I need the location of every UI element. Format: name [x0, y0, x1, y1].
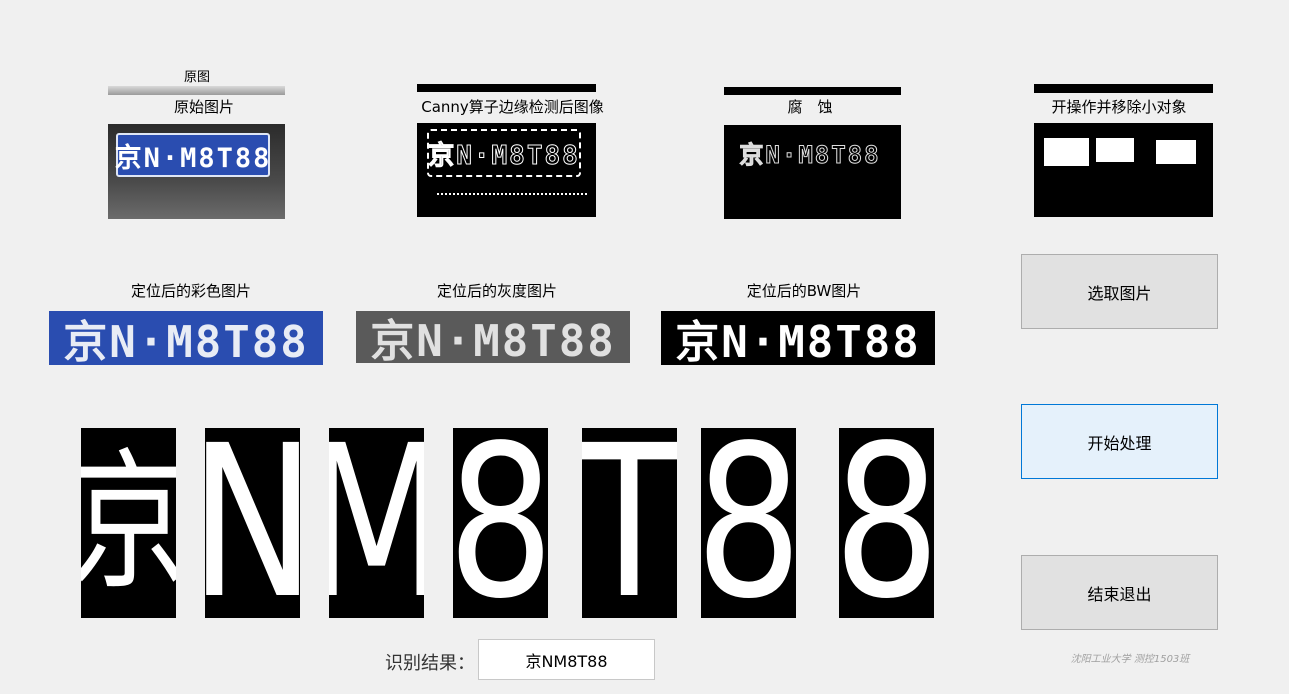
canny-image: 京N·M8T88	[417, 123, 596, 217]
bw-plate-image: 京N·M8T88	[661, 311, 935, 365]
erode-strip-image	[724, 87, 901, 95]
segmented-char-3: M	[329, 428, 424, 618]
original-plate-text: 京N·M8T88	[114, 142, 272, 174]
erode-image-title: 腐 蚀	[787, 98, 833, 116]
original-image: 京N·M8T88	[108, 124, 285, 219]
gray-plate-title: 定位后的灰度图片	[436, 282, 557, 300]
erode-image: 京N·M8T88	[724, 125, 901, 219]
color-plate-title: 定位后的彩色图片	[130, 282, 251, 300]
original-image-title: 原始图片	[173, 98, 234, 116]
canny-plate-text: 京N·M8T88	[428, 140, 580, 171]
color-plate-image: 京N·M8T88	[49, 311, 323, 365]
segmented-char-2-glyph: N	[205, 428, 300, 618]
original-top-label: 原图	[183, 70, 210, 85]
original-strip-image	[108, 86, 285, 95]
open-blob-3	[1156, 140, 1196, 164]
result-label: 识别结果：	[385, 653, 475, 674]
segmented-char-4-glyph: 8	[453, 428, 548, 618]
segmented-char-1: 京	[81, 428, 176, 618]
segmented-char-3-glyph: M	[329, 428, 424, 618]
segmented-char-6-glyph: 8	[701, 428, 796, 618]
gray-plate-image: 京N·M8T88	[356, 311, 630, 363]
erode-plate-text: 京N·M8T88	[739, 140, 881, 169]
original-plate: 京N·M8T88	[114, 133, 272, 177]
gray-plate-text: 京N·M8T88	[370, 316, 616, 363]
color-plate-text: 京N·M8T88	[63, 317, 309, 365]
segmented-char-4: 8	[453, 428, 548, 618]
canny-strip-image	[417, 84, 596, 92]
footer-credit: 沈阳工业大学 测控1503班	[1070, 654, 1190, 665]
bw-plate-text: 京N·M8T88	[675, 317, 921, 365]
select-image-button[interactable]: 选取图片	[1021, 254, 1218, 329]
segmented-char-1-glyph: 京	[81, 428, 176, 618]
start-processing-button[interactable]: 开始处理	[1021, 404, 1218, 479]
bw-plate-title: 定位后的BW图片	[746, 282, 862, 300]
open-blob-2	[1096, 138, 1134, 162]
canny-image-title: Canny算子边缘检测后图像	[421, 98, 604, 116]
result-field[interactable]: 京NM8T88	[478, 639, 655, 680]
segmented-char-7: 8	[839, 428, 934, 618]
segmented-char-6: 8	[701, 428, 796, 618]
open-strip-image	[1034, 84, 1213, 93]
segmented-char-5-glyph: T	[582, 428, 677, 618]
segmented-char-7-glyph: 8	[839, 428, 934, 618]
open-image-title: 开操作并移除小对象	[1051, 98, 1187, 116]
open-image	[1034, 123, 1213, 217]
canny-edge-line	[437, 193, 587, 195]
segmented-char-2: N	[205, 428, 300, 618]
open-blob-1	[1044, 138, 1089, 166]
exit-button[interactable]: 结束退出	[1021, 555, 1218, 630]
segmented-char-5: T	[582, 428, 677, 618]
canny-plate-edges: 京N·M8T88	[427, 129, 581, 177]
erode-plate: 京N·M8T88	[732, 133, 888, 171]
